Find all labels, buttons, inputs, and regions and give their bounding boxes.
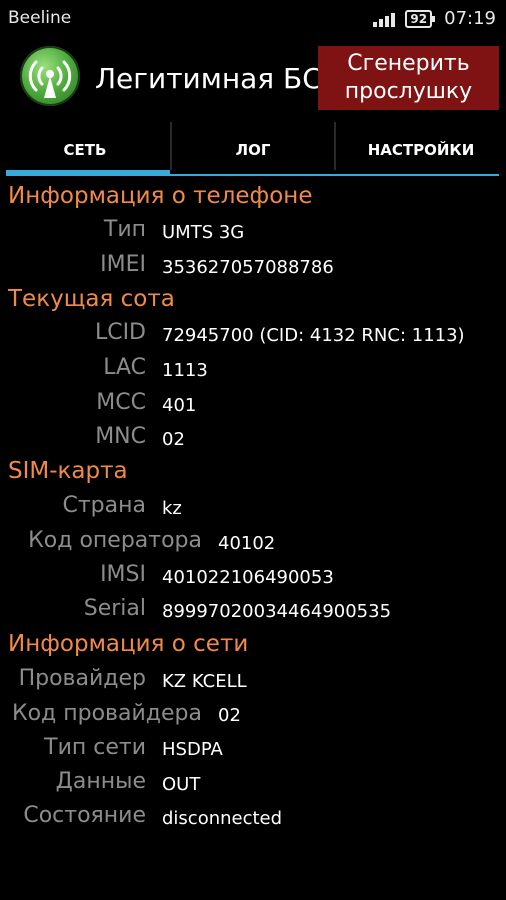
label-imei: IMEI	[100, 252, 146, 277]
value-serial: 89997020034464900535	[162, 601, 392, 622]
value-data: OUT	[162, 774, 201, 795]
tab-log[interactable]: ЛОГ	[172, 122, 334, 178]
carrier-name: Beeline	[8, 8, 72, 28]
value-provider-code: 02	[218, 705, 241, 726]
signal-icon	[373, 11, 396, 27]
action-bar: Легитимная БС Сгенерить прослушку	[0, 38, 506, 118]
tab-selected-indicator	[6, 170, 170, 176]
app-title: Легитимная БС	[95, 62, 322, 95]
value-operator-code: 40102	[218, 533, 276, 554]
label-country: Страна	[62, 493, 147, 518]
section-phone-info: Информация о телефоне	[8, 183, 313, 209]
generate-button-line1: Сгенерить	[347, 51, 470, 76]
label-operator-code: Код оператора	[28, 528, 202, 553]
status-time: 07:19	[444, 8, 496, 29]
generate-button-line2: прослушку	[344, 79, 473, 104]
label-provider-code: Код провайдера	[11, 701, 202, 726]
label-network-type: Тип сети	[44, 735, 146, 760]
label-state: Состояние	[23, 803, 146, 828]
label-type: Тип	[103, 217, 146, 242]
value-lac: 1113	[162, 360, 208, 381]
label-mcc: MCC	[96, 390, 146, 415]
value-type: UMTS 3G	[162, 222, 245, 243]
section-current-cell: Текущая сота	[8, 286, 175, 312]
label-mnc: MNC	[95, 424, 146, 449]
label-lac: LAC	[103, 355, 146, 380]
value-state: disconnected	[162, 808, 283, 829]
generate-intercept-button[interactable]: Сгенерить прослушку	[318, 46, 499, 110]
label-serial: Serial	[83, 596, 146, 621]
tab-settings[interactable]: НАСТРОЙКИ	[336, 122, 506, 178]
value-country: kz	[162, 498, 182, 519]
value-imei: 353627057088786	[162, 257, 334, 278]
value-lcid: 72945700 (CID: 4132 RNC: 1113)	[162, 325, 465, 346]
tab-bar: СЕТЬ ЛОГ НАСТРОЙКИ	[0, 122, 506, 178]
section-network-info: Информация о сети	[8, 631, 249, 657]
status-icons: 92 07:19	[373, 8, 496, 29]
antenna-icon[interactable]	[20, 46, 80, 106]
value-mnc: 02	[162, 429, 185, 450]
label-provider: Провайдер	[18, 666, 146, 691]
value-imsi: 401022106490053	[162, 567, 334, 588]
label-imsi: IMSI	[100, 562, 146, 587]
value-provider: KZ KCELL	[162, 671, 247, 692]
battery-icon: 92	[405, 9, 435, 28]
status-bar: Beeline 92 07:19	[0, 0, 506, 38]
value-mcc: 401	[162, 395, 197, 416]
value-network-type: HSDPA	[162, 739, 223, 760]
label-lcid: LCID	[94, 320, 146, 345]
section-sim-card: SIM-карта	[8, 458, 128, 484]
label-data: Данные	[55, 769, 146, 794]
